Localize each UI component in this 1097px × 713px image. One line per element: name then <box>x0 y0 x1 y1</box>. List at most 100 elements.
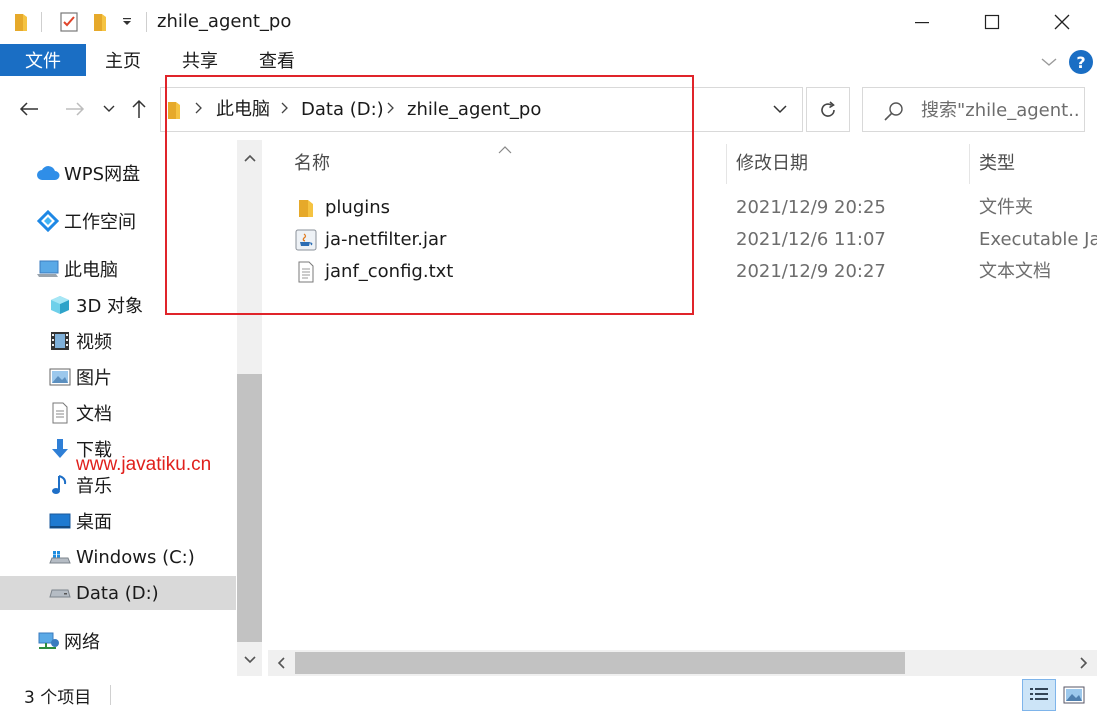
desktop-icon <box>48 509 72 533</box>
large-icons-view-icon <box>1063 686 1085 704</box>
tab-share[interactable]: 共享 <box>182 44 218 76</box>
breadcrumb-data-drive[interactable]: Data (D:) <box>301 98 384 122</box>
column-divider[interactable] <box>726 144 727 184</box>
file-type: 文件夹 <box>979 197 1033 218</box>
3d-objects-icon <box>48 293 72 317</box>
caret-down-icon <box>123 18 131 25</box>
folder-icon <box>167 100 183 120</box>
back-button[interactable] <box>14 94 44 124</box>
address-history-dropdown[interactable] <box>765 87 795 132</box>
nav-item-label: 桌面 <box>76 512 112 533</box>
column-header-date-modified[interactable]: 修改日期 <box>736 152 808 176</box>
nav-item-network[interactable]: 网络 <box>0 624 236 658</box>
column-header-type[interactable]: 类型 <box>979 152 1015 176</box>
arrow-right-icon <box>66 102 85 116</box>
text-file-icon <box>294 260 318 284</box>
nav-item-this-pc[interactable]: 此电脑 <box>0 252 236 286</box>
scroll-left-button[interactable] <box>268 650 294 676</box>
customize-toolbar-button[interactable] <box>120 10 134 34</box>
column-divider[interactable] <box>969 144 970 184</box>
nav-item-label: 3D 对象 <box>76 296 144 317</box>
large-icons-view-button[interactable] <box>1060 681 1088 709</box>
file-row-ja-netfilter-jar[interactable]: ja-netfilter.jar 2021/12/6 11:07 Executa… <box>286 225 1097 255</box>
chevron-right-icon[interactable] <box>195 99 203 118</box>
file-list: 名称 修改日期 类型 plugins 2021/12/9 20:25 文件夹 j… <box>262 140 1097 676</box>
chevron-down-icon <box>1041 58 1057 66</box>
chevron-down-icon <box>773 105 787 114</box>
file-date-modified: 2021/12/9 20:27 <box>736 261 886 282</box>
refresh-icon <box>821 100 835 117</box>
tab-file[interactable]: 文件 <box>0 44 86 76</box>
breadcrumb-this-pc[interactable]: 此电脑 <box>216 98 270 122</box>
pictures-icon <box>48 365 72 389</box>
item-count: 3 个项目 <box>24 688 92 708</box>
chevron-down-icon <box>243 656 256 664</box>
properties-icon <box>60 12 78 32</box>
nav-item-3d-objects[interactable]: 3D 对象 <box>0 288 236 322</box>
file-row-plugins[interactable]: plugins 2021/12/9 20:25 文件夹 <box>286 193 1097 223</box>
music-icon <box>48 473 72 497</box>
nav-item-label: 工作空间 <box>64 212 136 233</box>
chevron-left-icon <box>277 657 285 669</box>
minimize-button[interactable] <box>887 0 957 44</box>
help-button[interactable]: ? <box>1069 50 1093 74</box>
new-folder-icon <box>94 14 106 31</box>
java-jar-icon <box>294 228 318 252</box>
chevron-right-icon[interactable] <box>281 99 289 118</box>
navigation-bar: 此电脑 Data (D:) zhile_agent_po <box>0 78 1097 140</box>
chevron-right-icon[interactable] <box>387 99 395 118</box>
sort-ascending-icon <box>498 140 512 154</box>
nav-item-wps-cloud[interactable]: WPS网盘 <box>0 156 236 190</box>
scrollbar-thumb[interactable] <box>295 652 905 674</box>
new-folder-button[interactable] <box>92 10 108 34</box>
download-icon <box>48 437 72 461</box>
toolbar-divider <box>146 12 147 32</box>
file-list-horizontal-scrollbar[interactable] <box>268 650 1097 676</box>
maximize-icon <box>984 14 1000 30</box>
column-header-name[interactable]: 名称 <box>294 152 330 176</box>
nav-item-videos[interactable]: 视频 <box>0 324 236 358</box>
video-icon <box>48 329 72 353</box>
nav-item-windows-c[interactable]: Windows (C:) <box>0 540 236 574</box>
scroll-up-button[interactable] <box>237 144 262 172</box>
toolbar-divider <box>41 12 42 32</box>
details-view-button[interactable] <box>1022 679 1056 711</box>
scrollbar-thumb[interactable] <box>237 374 262 642</box>
navigation-pane-scrollbar[interactable] <box>237 140 262 676</box>
up-button[interactable] <box>124 94 154 124</box>
expand-ribbon-button[interactable] <box>1038 52 1060 72</box>
documents-icon <box>48 401 72 425</box>
file-type: 文本文档 <box>979 261 1051 282</box>
nav-item-label: Data (D:) <box>76 582 159 604</box>
workspace-icon <box>36 209 60 233</box>
network-icon <box>36 629 60 653</box>
tab-home[interactable]: 主页 <box>105 44 141 76</box>
arrow-left-icon <box>19 102 38 116</box>
search-icon <box>883 100 905 122</box>
nav-item-data-d[interactable]: Data (D:) <box>0 576 236 610</box>
close-button[interactable] <box>1027 0 1097 44</box>
file-row-janf-config-txt[interactable]: janf_config.txt 2021/12/9 20:27 文本文档 <box>286 257 1097 287</box>
close-icon <box>1054 14 1070 30</box>
refresh-button[interactable] <box>806 87 850 132</box>
maximize-button[interactable] <box>957 0 1027 44</box>
nav-item-documents[interactable]: 文档 <box>0 396 236 430</box>
scroll-down-button[interactable] <box>237 646 262 674</box>
nav-item-label: 网络 <box>64 632 100 653</box>
nav-item-desktop[interactable]: 桌面 <box>0 504 236 538</box>
forward-button[interactable] <box>60 94 90 124</box>
search-box[interactable] <box>862 87 1085 132</box>
file-date-modified: 2021/12/9 20:25 <box>736 197 886 218</box>
scroll-right-button[interactable] <box>1071 650 1097 676</box>
file-name: janf_config.txt <box>325 261 454 282</box>
breadcrumb-current-folder[interactable]: zhile_agent_po <box>407 98 541 122</box>
search-input[interactable] <box>921 98 1081 122</box>
nav-item-pictures[interactable]: 图片 <box>0 360 236 394</box>
tab-view[interactable]: 查看 <box>259 44 295 76</box>
drive-icon <box>48 545 72 569</box>
address-bar[interactable]: 此电脑 Data (D:) zhile_agent_po <box>160 87 803 132</box>
recent-locations-button[interactable] <box>100 94 118 124</box>
properties-button[interactable] <box>58 10 80 34</box>
ribbon: 文件 主页 共享 查看 ? <box>0 44 1097 78</box>
nav-item-workspace[interactable]: 工作空间 <box>0 204 236 238</box>
